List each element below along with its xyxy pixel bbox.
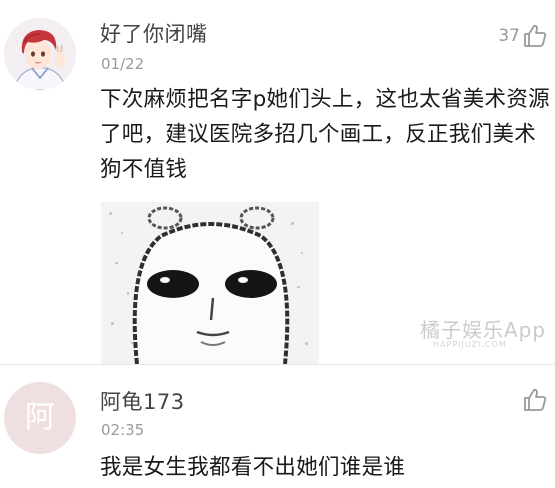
username[interactable]: 好了你闭嘴: [100, 18, 208, 48]
avatar[interactable]: 阿: [4, 382, 76, 454]
comment-text: 下次麻烦把名字p她们头上，这也太省美术资源了吧，建议医院多招几个画工，反正我们美…: [100, 87, 550, 182]
username[interactable]: 阿龟173: [100, 386, 185, 416]
meme-face-sticker[interactable]: [101, 202, 319, 364]
like-button[interactable]: [521, 386, 549, 414]
watermark: 橘子娱乐App: [420, 318, 547, 342]
timestamp: 01/22: [101, 55, 145, 73]
like-count: 37: [498, 26, 520, 46]
avatar[interactable]: [4, 18, 76, 90]
timestamp: 02:35: [101, 421, 145, 439]
avatar-letter: 阿: [25, 400, 55, 435]
like-button[interactable]: [521, 22, 549, 50]
meme-face-icon: [101, 202, 319, 364]
comment-item: 好了你闭嘴 01/22 37 下次麻烦把名字p她们头上，这也太省美术资源了吧，建…: [0, 0, 555, 364]
watermark-sub: HAPPIJUZI.COM: [433, 340, 507, 349]
anime-boy-avatar-icon: [4, 18, 76, 90]
comment-text: 我是女生我都看不出她们谁是谁: [100, 455, 406, 480]
comment-item: 阿 阿龟173 02:35 我是女生我都看不出她们谁是谁: [0, 364, 555, 488]
thumbs-up-icon: [524, 388, 547, 411]
thumbs-up-icon: [524, 24, 547, 47]
